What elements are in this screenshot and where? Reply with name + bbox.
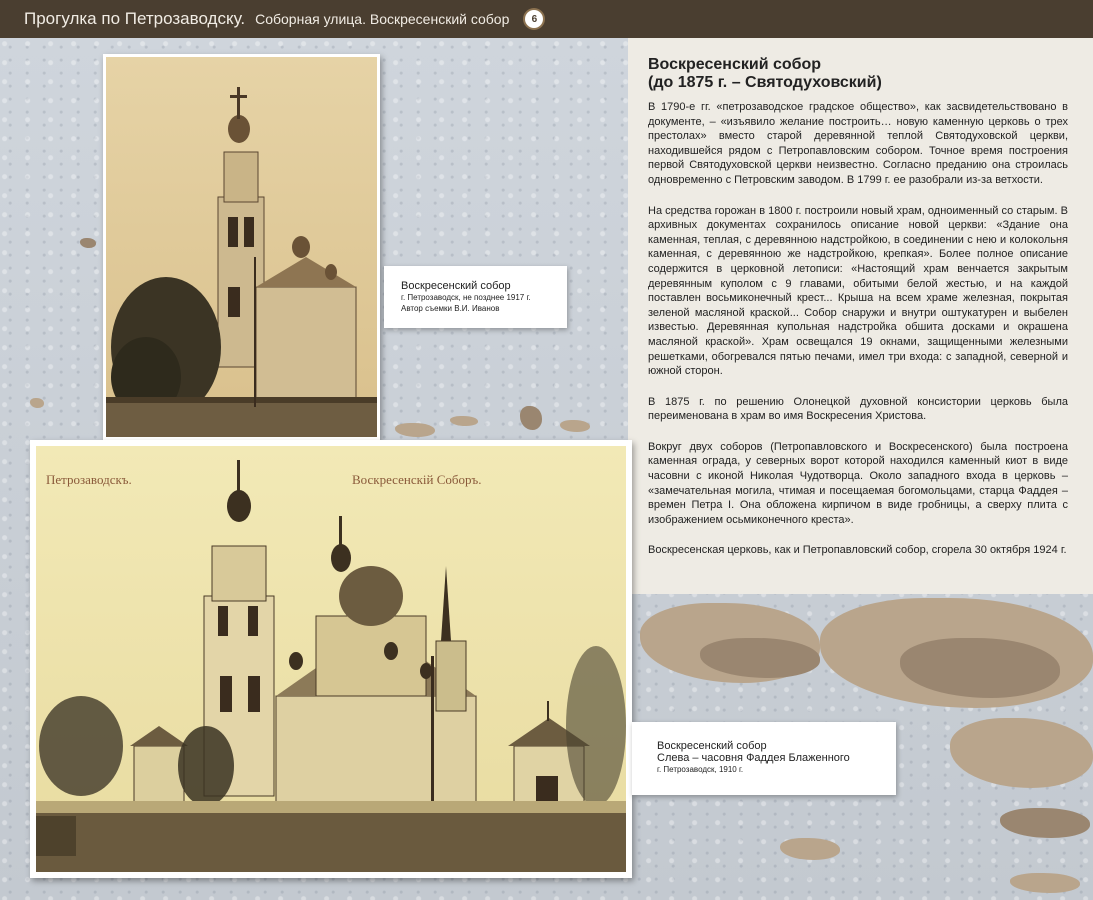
caption-subtitle: Слева – часовня Фаддея Блаженного — [657, 752, 850, 764]
church-photo-1917-image — [106, 57, 377, 437]
photo-caption-1: Воскресенский собор г. Петрозаводск, не … — [384, 266, 567, 328]
photo-caption-2: Воскресенский собор Слева – часовня Фадд… — [632, 722, 896, 795]
paragraph: Вокруг двух соборов (Петропавловского и … — [648, 440, 1068, 526]
article-panel: Воскресенский собор (до 1875 г. – Святод… — [628, 38, 1093, 594]
article-title-line1: Воскресенский собор — [648, 56, 822, 73]
postcard-inscription-right: Воскресенскiй Соборъ. — [352, 472, 482, 487]
caption-title: Воскресенский собор — [401, 280, 511, 292]
article-body: В 1790-е гг. «петрозаводское градское об… — [648, 100, 1068, 574]
church-postcard-image: Петрозаводскъ. Воскресенскiй Соборъ. — [36, 446, 626, 872]
page-number-badge: 6 — [525, 10, 544, 28]
paragraph: На средства горожан в 1800 г. построили … — [648, 204, 1068, 378]
header-title: Прогулка по Петрозаводску. — [24, 9, 246, 28]
article-title: Воскресенский собор (до 1875 г. – Святод… — [648, 56, 1068, 92]
caption-author: Автор съемки В.И. Иванов — [401, 304, 500, 313]
paragraph: Воскресенская церковь, как и Петропавлов… — [648, 544, 1067, 557]
paragraph: В 1790-е гг. «петрозаводское градское об… — [648, 101, 1068, 186]
caption-date: г. Петрозаводск, не позднее 1917 г. — [401, 293, 531, 302]
caption-date: г. Петрозаводск, 1910 г. — [657, 765, 744, 774]
church-photo-1917 — [103, 54, 380, 440]
church-postcard-1910: Петрозаводскъ. Воскресенскiй Соборъ. — [30, 440, 632, 878]
postcard-inscription-left: Петрозаводскъ. — [46, 472, 132, 487]
article-title-line2: (до 1875 г. – Святодуховский) — [648, 74, 882, 91]
caption-title: Воскресенский собор — [657, 740, 767, 752]
header-subtitle: Соборная улица. Воскресенский собор — [255, 11, 510, 27]
header-bar: Прогулка по Петрозаводску. Соборная улиц… — [0, 0, 1093, 38]
paragraph: В 1875 г. по решению Олонецкой духовной … — [648, 395, 1068, 423]
